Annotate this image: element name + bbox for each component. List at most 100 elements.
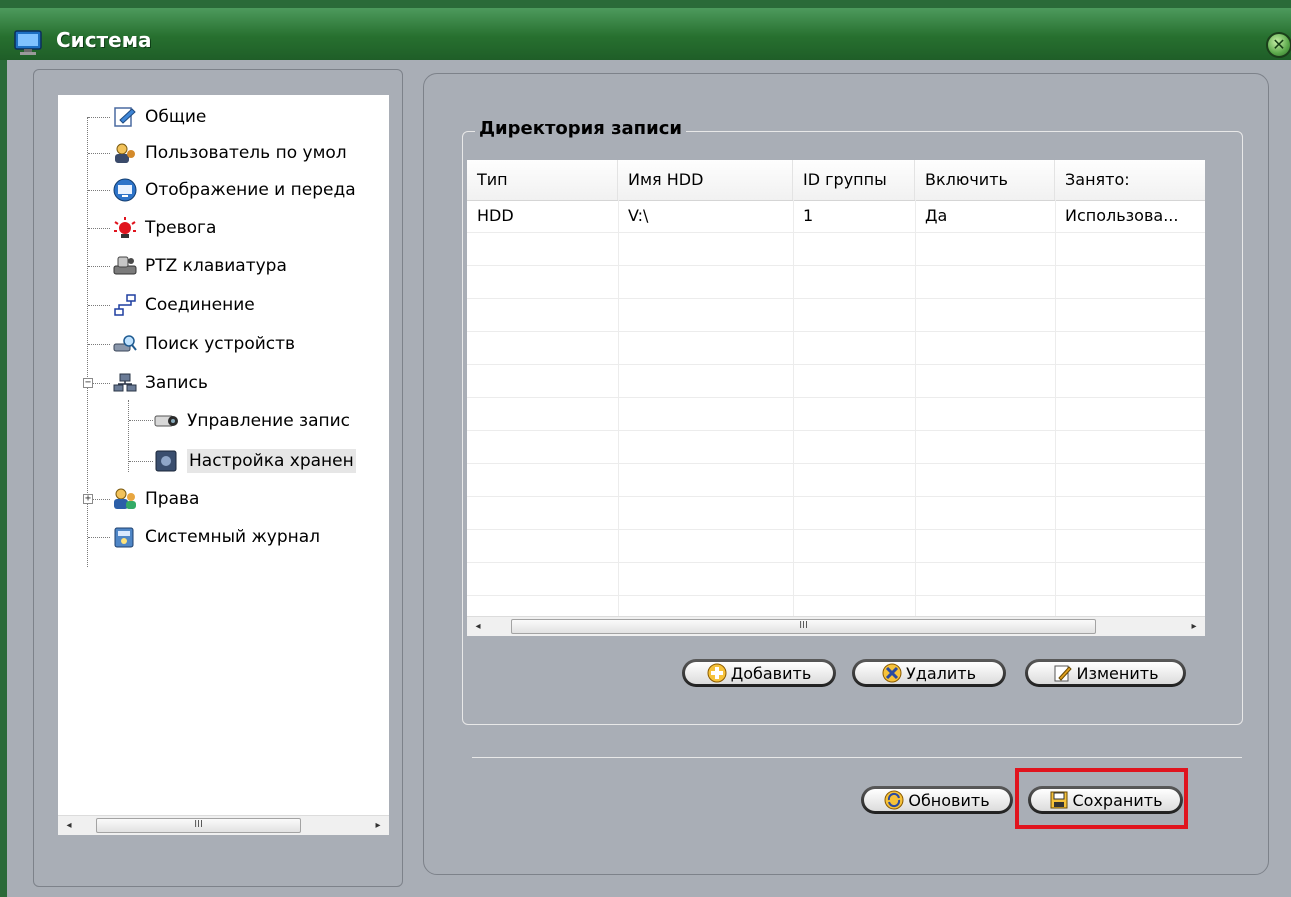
alarm-icon <box>114 217 136 238</box>
tree-connector <box>88 305 110 306</box>
record-icon <box>113 373 137 392</box>
table-row <box>467 563 1205 596</box>
record-directory-table[interactable]: Тип Имя HDD ID группы Включить Занято: H… <box>467 160 1205 636</box>
tree-connector <box>88 266 110 267</box>
tree-connector <box>88 190 110 191</box>
scroll-left-arrow[interactable]: ◂ <box>62 819 76 833</box>
tree-item-label: PTZ клавиатура <box>145 256 287 276</box>
tree-item-label: Запись <box>145 373 208 393</box>
tree-item-label: Соединение <box>145 295 255 315</box>
camera-icon <box>154 415 178 427</box>
tree-item-system-log[interactable]: Системный журнал <box>112 522 320 552</box>
table-row <box>467 464 1205 497</box>
group-title: Директория записи <box>475 118 687 139</box>
column-header-type[interactable]: Тип <box>467 160 618 200</box>
tree-item-label: Общие <box>145 107 207 127</box>
scroll-thumb[interactable]: III <box>511 619 1096 634</box>
tree-connector <box>88 117 110 118</box>
edit-button-label: Изменить <box>1076 663 1159 683</box>
ptz-keyboard-icon <box>113 256 137 275</box>
add-button-label: Добавить <box>730 663 812 683</box>
edit-button[interactable]: Изменить <box>1025 659 1186 687</box>
tree-item-ptz-keyboard[interactable]: PTZ клавиатура <box>112 251 287 281</box>
add-icon <box>707 663 727 683</box>
table-horizontal-scrollbar[interactable]: ◂ III ▸ <box>467 616 1205 636</box>
tree-item-label: Настройка хранен <box>187 449 356 473</box>
table-row <box>467 530 1205 563</box>
table-row <box>467 431 1205 464</box>
expand-rights-toggle[interactable]: + <box>83 494 93 504</box>
tree-item-display[interactable]: Отображение и переда <box>112 175 356 205</box>
close-icon: ✕ <box>1272 35 1286 54</box>
scroll-left-arrow[interactable]: ◂ <box>471 620 485 634</box>
table-row <box>467 266 1205 299</box>
record-directory-group: Директория записи Тип Имя HDD ID группы … <box>462 118 1243 725</box>
table-row <box>467 299 1205 332</box>
tree-item-record[interactable]: Запись <box>112 368 208 398</box>
display-icon <box>113 178 137 202</box>
device-search-icon <box>113 335 137 352</box>
refresh-button[interactable]: Обновить <box>861 786 1013 814</box>
tree-item-label: Пользователь по умол <box>145 143 347 163</box>
tree-item-connection[interactable]: Соединение <box>112 290 255 320</box>
tree-item-device-search[interactable]: Поиск устройств <box>112 329 295 359</box>
delete-button-label: Удалить <box>906 663 976 683</box>
delete-button[interactable]: Удалить <box>852 659 1006 687</box>
tree-item-storage-settings[interactable]: Настройка хранен <box>154 446 356 476</box>
tree-item-label: Системный журнал <box>145 527 321 547</box>
default-user-icon <box>115 143 135 163</box>
tree-item-label: Поиск устройств <box>145 334 296 354</box>
panel-separator <box>472 757 1242 758</box>
settings-tree: − + Общие Пользователь по умол Отображен… <box>58 95 389 835</box>
storage-settings-panel: Директория записи Тип Имя HDD ID группы … <box>423 73 1269 875</box>
tree-connector <box>88 344 110 345</box>
column-header-hdd-name[interactable]: Имя HDD <box>618 160 793 200</box>
tree-item-alarm[interactable]: Тревога <box>112 213 216 243</box>
refresh-icon <box>884 790 904 810</box>
refresh-button-label: Обновить <box>908 790 990 810</box>
storage-icon <box>155 450 177 472</box>
cell-used: Использова... <box>1065 206 1179 225</box>
table-header: Тип Имя HDD ID группы Включить Занято: <box>467 160 1205 201</box>
column-header-group-id[interactable]: ID группы <box>793 160 915 200</box>
title-bar[interactable]: Система ✕ <box>0 8 1291 60</box>
tree-connector <box>88 153 110 154</box>
collapse-record-toggle[interactable]: − <box>83 378 93 388</box>
tree-item-label: Права <box>145 489 200 509</box>
connection-icon <box>114 294 136 316</box>
cell-group-id: 1 <box>803 206 814 225</box>
scroll-right-arrow[interactable]: ▸ <box>371 819 385 833</box>
close-button[interactable]: ✕ <box>1266 32 1291 58</box>
tree-item-label: Тревога <box>145 218 217 238</box>
save-highlight-box <box>1015 768 1188 829</box>
column-header-enable[interactable]: Включить <box>915 160 1055 200</box>
cell-enable: Да <box>925 206 948 225</box>
tree-item-rights[interactable]: Права <box>112 484 199 514</box>
column-header-used[interactable]: Занято: <box>1055 160 1205 200</box>
tree-connector <box>129 420 153 421</box>
table-row <box>467 398 1205 431</box>
window-title: Система <box>56 28 152 52</box>
edit-icon <box>1054 665 1072 682</box>
cell-type: HDD <box>477 206 514 225</box>
system-window: Система ✕ − + Общие Пользователь по умол… <box>0 0 1291 897</box>
tree-item-default-user[interactable]: Пользователь по умол <box>112 138 347 168</box>
table-row <box>467 497 1205 530</box>
tree-connector <box>88 228 110 229</box>
tree-item-general[interactable]: Общие <box>112 102 206 132</box>
tree-item-record-management[interactable]: Управление запис <box>154 406 350 436</box>
tree-connector <box>129 461 153 462</box>
tree-connector <box>88 537 110 538</box>
table-row[interactable]: HDD V:\ 1 Да Использова... <box>467 200 1205 233</box>
table-row <box>467 332 1205 365</box>
general-settings-icon <box>114 107 136 127</box>
scroll-right-arrow[interactable]: ▸ <box>1187 620 1201 634</box>
cell-hdd-name: V:\ <box>628 206 649 225</box>
add-button[interactable]: Добавить <box>682 659 836 687</box>
tree-item-label: Управление запис <box>187 411 351 431</box>
tree-item-label: Отображение и переда <box>145 180 356 200</box>
table-row <box>467 365 1205 398</box>
users-icon <box>114 488 136 509</box>
tree-horizontal-scrollbar[interactable]: ◂ III ▸ <box>58 815 389 835</box>
scroll-thumb[interactable]: III <box>96 818 301 833</box>
